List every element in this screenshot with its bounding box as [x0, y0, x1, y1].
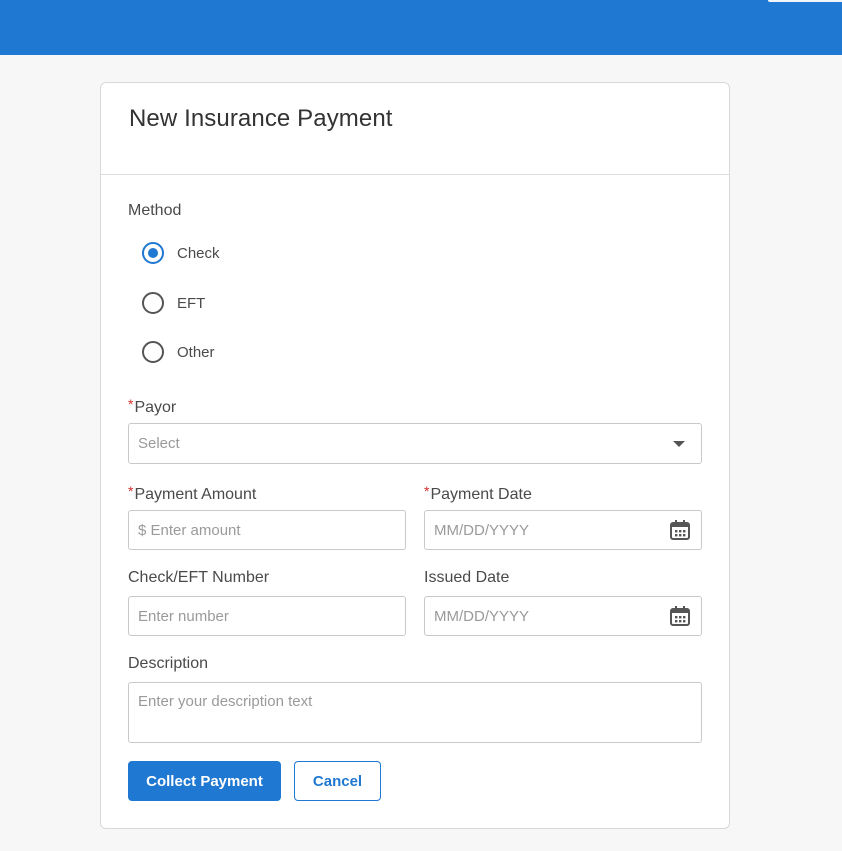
radio-label-eft: EFT: [177, 294, 206, 312]
description-label: Description: [128, 655, 209, 672]
payment-amount-label: *Payment Amount: [128, 483, 256, 504]
payor-select[interactable]: Select: [128, 423, 702, 464]
radio-label-check: Check: [177, 244, 220, 262]
payor-label: *Payor: [128, 396, 176, 417]
required-mark: *: [128, 483, 134, 499]
payment-amount-input[interactable]: [128, 510, 406, 550]
check-number-input[interactable]: [128, 596, 406, 636]
payment-date-input[interactable]: [424, 510, 702, 550]
radio-other[interactable]: [142, 341, 164, 363]
check-number-label: Check/EFT Number: [128, 569, 270, 586]
payment-form-card: New Insurance Payment Method Check EFT O…: [100, 82, 730, 829]
issued-date-label: Issued Date: [424, 569, 510, 586]
calendar-icon[interactable]: [669, 605, 691, 627]
required-mark: *: [424, 483, 430, 499]
radio-eft[interactable]: [142, 292, 164, 314]
radio-check[interactable]: [142, 242, 164, 264]
cancel-button[interactable]: Cancel: [294, 761, 381, 801]
payment-date-label: *Payment Date: [424, 483, 532, 504]
collect-payment-button[interactable]: Collect Payment: [128, 761, 281, 801]
description-textarea[interactable]: [128, 682, 702, 743]
top-header-bar: [0, 0, 842, 55]
calendar-icon[interactable]: [669, 519, 691, 541]
card-header: New Insurance Payment: [101, 83, 729, 175]
payment-amount-label-text: Payment Amount: [134, 486, 257, 503]
payor-label-text: Payor: [134, 399, 177, 416]
issued-date-input[interactable]: [424, 596, 702, 636]
payment-date-label-text: Payment Date: [430, 486, 532, 503]
method-option-eft[interactable]: EFT: [142, 291, 205, 315]
required-mark: *: [128, 396, 134, 412]
radio-label-other: Other: [177, 343, 215, 361]
method-label: Method: [128, 202, 182, 219]
page-title: New Insurance Payment: [129, 105, 393, 132]
chevron-down-icon[interactable]: [673, 441, 685, 447]
payor-select-value: Select: [138, 435, 180, 452]
method-option-check[interactable]: Check: [142, 241, 220, 265]
method-option-other[interactable]: Other: [142, 340, 215, 364]
header-tab-edge: [768, 0, 842, 2]
